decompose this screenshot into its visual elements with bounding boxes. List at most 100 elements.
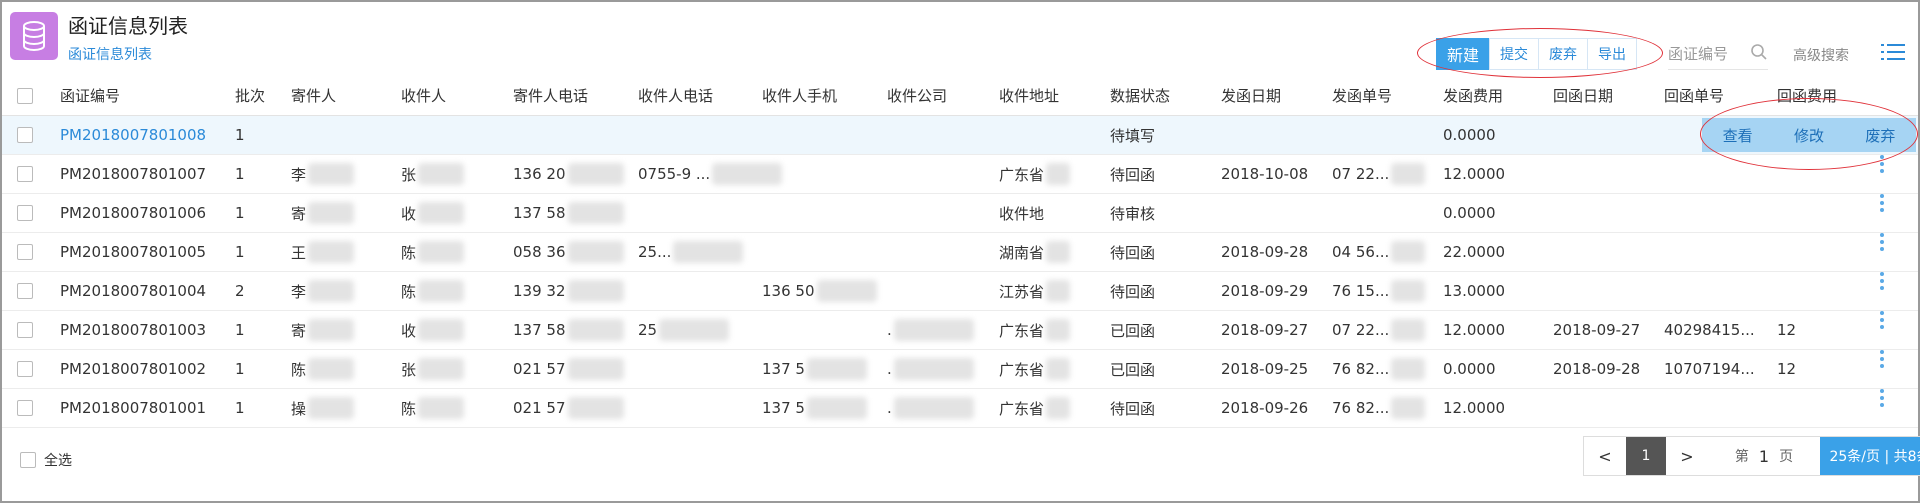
table-row[interactable]: PM2018007801007 1 李 张 136 20 0755-9 ... 广东省 待回函… <box>2 155 1918 194</box>
table-row[interactable]: PM2018007801003 1 寄 收 137 58 25. 广东省 已回函 2018-09… <box>2 311 1918 350</box>
row-view-button[interactable]: 查看 <box>1723 125 1753 146</box>
cell-sender-phone: 136 20 <box>513 155 624 193</box>
col-header-send-date[interactable]: 发函日期 <box>1221 76 1281 115</box>
row-checkbox[interactable] <box>17 233 33 271</box>
redacted-value <box>1046 280 1071 302</box>
page-jump-suffix: 页 <box>1779 449 1794 465</box>
redacted-value <box>1391 163 1426 185</box>
col-header-address[interactable]: 收件地址 <box>999 76 1059 115</box>
cell-code[interactable]: PM2018007801002 <box>60 350 206 388</box>
search-icon[interactable] <box>1750 43 1768 65</box>
row-checkbox[interactable] <box>17 389 33 427</box>
advanced-search-link[interactable]: 高级搜索 <box>1793 45 1849 65</box>
redacted-value <box>567 163 624 185</box>
submit-button[interactable]: 提交 <box>1489 38 1540 70</box>
redacted-value <box>1391 280 1426 302</box>
col-header-sender[interactable]: 寄件人 <box>291 76 336 115</box>
cell-code[interactable]: PM2018007801007 <box>60 155 206 193</box>
cell-sender: 王 <box>291 233 355 271</box>
cell-status: 待回函 <box>1110 399 1156 418</box>
prev-page-button[interactable]: < <box>1584 437 1626 475</box>
cell-send-no: 07 22... <box>1332 311 1426 349</box>
table-row[interactable]: PM2018007801002 1 陈 张 021 57 137 5. 广东省 已回函 2018… <box>2 350 1918 389</box>
cell-sender: 李 <box>291 155 355 193</box>
table-header: 函证编号 批次 寄件人 收件人 寄件人电话 收件人电话 收件人手机 收件公司 收… <box>2 76 1918 116</box>
cell-send-date: 2018-09-29 <box>1221 282 1309 300</box>
cell-code[interactable]: PM2018007801005 <box>60 233 206 271</box>
row-more-icon[interactable] <box>1880 311 1884 349</box>
row-more-icon[interactable] <box>1880 389 1884 427</box>
col-header-receiver[interactable]: 收件人 <box>401 76 446 115</box>
col-header-return-fee[interactable]: 回函费用 <box>1777 76 1837 115</box>
search-input[interactable]: 函证编号 <box>1668 38 1768 70</box>
discard-button[interactable]: 废弃 <box>1538 38 1589 70</box>
cell-return-fee: 12 <box>1777 360 1797 378</box>
current-page-button[interactable]: 1 <box>1626 437 1666 475</box>
cell-address: 广东省 <box>999 311 1071 349</box>
row-checkbox[interactable] <box>17 350 33 388</box>
cell-address: 广东省 <box>999 389 1071 427</box>
search-placeholder: 函证编号 <box>1668 45 1729 63</box>
cell-batch: 1 <box>235 243 245 261</box>
cell-send-date: 2018-09-27 <box>1221 321 1309 339</box>
cell-status: 待填写 <box>1110 126 1156 145</box>
table-row[interactable]: PM2018007801005 1 王 陈 058 36 25... 湖南省 待回函 2018-… <box>2 233 1918 272</box>
row-checkbox[interactable] <box>17 272 33 310</box>
col-header-send-fee[interactable]: 发函费用 <box>1443 76 1503 115</box>
col-header-sender-phone[interactable]: 寄件人电话 <box>513 76 588 115</box>
row-more-icon[interactable] <box>1880 155 1884 193</box>
col-header-return-no[interactable]: 回函单号 <box>1664 76 1724 115</box>
cell-code[interactable]: PM2018007801001 <box>60 389 206 427</box>
breadcrumb[interactable]: 函证信息列表 <box>68 44 152 64</box>
new-button[interactable]: 新建 <box>1436 38 1491 70</box>
row-discard-button[interactable]: 废弃 <box>1865 125 1895 146</box>
redacted-value <box>806 358 867 380</box>
cell-send-no: 04 56... <box>1332 233 1426 271</box>
cell-sender: 操 <box>291 389 355 427</box>
select-all-header-checkbox[interactable] <box>17 76 33 115</box>
select-all[interactable]: 全选 <box>20 450 72 470</box>
col-header-code[interactable]: 函证编号 <box>60 76 120 115</box>
row-more-icon[interactable] <box>1880 194 1884 232</box>
row-more-icon[interactable] <box>1880 272 1884 310</box>
row-more-icon[interactable] <box>1880 233 1884 271</box>
row-more-icon[interactable] <box>1880 350 1884 388</box>
row-checkbox[interactable] <box>17 155 33 193</box>
cell-sender: 李 <box>291 272 355 310</box>
col-header-receiver-phone[interactable]: 收件人电话 <box>638 76 713 115</box>
page-jump-input[interactable]: 1 <box>1759 447 1769 466</box>
row-checkbox[interactable] <box>17 194 33 232</box>
redacted-value <box>806 397 867 419</box>
table-row[interactable]: PM2018007801006 1 寄 收 137 58 收件地 待审核 0.0000 <box>2 194 1918 233</box>
redacted-value <box>816 280 877 302</box>
col-header-return-date[interactable]: 回函日期 <box>1553 76 1613 115</box>
cell-code[interactable]: PM2018007801004 <box>60 272 206 310</box>
export-button[interactable]: 导出 <box>1587 38 1638 70</box>
cell-code[interactable]: PM2018007801008 <box>60 116 206 154</box>
page-size-select[interactable]: 25条/页 | 共8条 <box>1820 437 1920 475</box>
cell-code[interactable]: PM2018007801006 <box>60 194 206 232</box>
col-header-receiver-mobile[interactable]: 收件人手机 <box>762 76 837 115</box>
col-header-status[interactable]: 数据状态 <box>1110 76 1170 115</box>
table-row[interactable]: PM2018007801004 2 李 陈 139 32 136 50 江苏省 待回函 2018… <box>2 272 1918 311</box>
cell-receiver-phone: 25 <box>638 311 730 349</box>
select-all-checkbox[interactable] <box>20 452 36 468</box>
col-header-batch[interactable]: 批次 <box>235 76 265 115</box>
redacted-value <box>308 397 355 419</box>
next-page-button[interactable]: > <box>1666 437 1708 475</box>
cell-company: . <box>887 389 974 427</box>
cell-send-no: 07 22... <box>1332 155 1426 193</box>
col-header-send-no[interactable]: 发函单号 <box>1332 76 1392 115</box>
redacted-value <box>308 280 355 302</box>
row-checkbox[interactable] <box>17 116 33 154</box>
cell-return-no: 10707194... <box>1664 360 1755 378</box>
list-menu-icon[interactable] <box>1881 42 1905 66</box>
row-checkbox[interactable] <box>17 311 33 349</box>
cell-send-fee: 0.0000 <box>1443 360 1496 378</box>
row-edit-button[interactable]: 修改 <box>1794 125 1824 146</box>
cell-receiver: 陈 <box>401 272 465 310</box>
table-row[interactable]: PM2018007801001 1 操 陈 021 57 137 5. 广东省 待回函 2018… <box>2 389 1918 428</box>
cell-code[interactable]: PM2018007801003 <box>60 311 206 349</box>
col-header-company[interactable]: 收件公司 <box>887 76 947 115</box>
table-row[interactable]: PM2018007801008 1 待填写 0.0000 查看 修改 废弃 <box>2 116 1918 155</box>
